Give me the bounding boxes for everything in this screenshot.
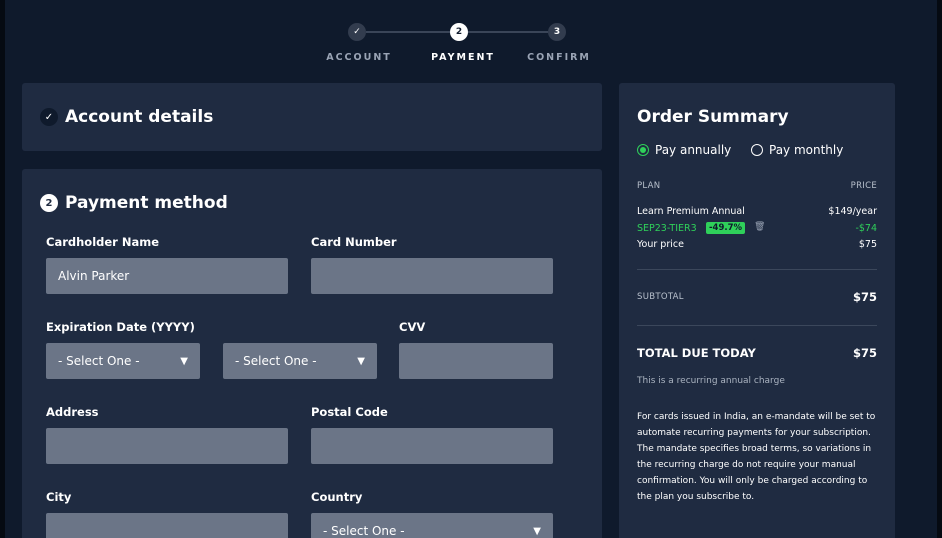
chevron-down-icon: ▼ <box>533 525 541 537</box>
order-summary-panel: Order Summary Pay annually Pay monthly P… <box>619 83 895 538</box>
total-due-value: $75 <box>852 346 877 360</box>
coupon-code: SEP23-TIER3 <box>637 223 697 234</box>
cardholder-name-input[interactable]: Alvin Parker <box>46 258 288 294</box>
divider <box>637 325 877 326</box>
postal-code-label: Postal Code <box>311 405 388 419</box>
address-input[interactable] <box>46 428 288 464</box>
coupon-discount-badge: -49.7% <box>706 222 746 234</box>
payment-method-panel: 2 Payment method Cardholder Name Alvin P… <box>22 169 602 538</box>
stepper-connector <box>468 31 548 33</box>
trash-icon[interactable]: 🗑 <box>754 222 765 232</box>
checkout-stepper: ✓ 2 3 ACCOUNT PAYMENT CONFIRM <box>0 0 942 80</box>
expiration-month-select[interactable]: - Select One - ▼ <box>46 343 200 379</box>
plan-column-header: PLAN <box>637 181 661 191</box>
radio-selected-icon[interactable] <box>637 144 649 156</box>
country-label: Country <box>311 490 363 504</box>
account-details-header[interactable]: ✓ Account details <box>40 107 213 127</box>
account-complete-check-icon: ✓ <box>40 108 58 126</box>
pay-monthly-label[interactable]: Pay monthly <box>769 143 843 157</box>
payment-method-title: Payment method <box>65 193 228 213</box>
coupon-amount: -$74 <box>855 223 877 234</box>
postal-code-input[interactable] <box>311 428 553 464</box>
step-account-check-icon[interactable]: ✓ <box>348 23 366 41</box>
step-confirm-label: CONFIRM <box>527 52 591 63</box>
card-number-label: Card Number <box>311 235 397 249</box>
right-edge <box>937 0 942 538</box>
subtotal-value: $75 <box>852 290 877 304</box>
cvv-label: CVV <box>399 320 426 334</box>
step-confirm-marker: 3 <box>548 23 566 41</box>
pay-annually-option[interactable]: Pay annually <box>637 143 731 157</box>
recurring-charge-note: This is a recurring annual charge <box>637 376 785 386</box>
expiration-date-label: Expiration Date (YYYY) <box>46 320 195 334</box>
country-select[interactable]: - Select One - ▼ <box>311 513 553 538</box>
payment-method-header: 2 Payment method <box>40 193 228 213</box>
pay-annually-label[interactable]: Pay annually <box>655 143 731 157</box>
step-account-label[interactable]: ACCOUNT <box>299 52 419 63</box>
payment-step-badge: 2 <box>40 194 58 212</box>
plan-name: Learn Premium Annual <box>637 206 745 217</box>
stepper-connector <box>366 31 450 33</box>
account-details-panel[interactable]: ✓ Account details <box>22 83 602 151</box>
total-due-label: TOTAL DUE TODAY <box>637 346 756 360</box>
expiration-year-value: - Select One - <box>235 354 317 368</box>
subtotal-label: SUBTOTAL <box>637 292 684 302</box>
cvv-input[interactable] <box>399 343 553 379</box>
city-input[interactable] <box>46 513 288 538</box>
expiration-year-select[interactable]: - Select One - ▼ <box>223 343 377 379</box>
country-value: - Select One - <box>323 524 405 538</box>
chevron-down-icon: ▼ <box>180 355 188 367</box>
india-emandate-notice: For cards issued in India, an e-mandate … <box>637 412 876 502</box>
pay-monthly-option[interactable]: Pay monthly <box>751 143 843 157</box>
left-edge <box>0 0 5 538</box>
order-summary-title: Order Summary <box>637 107 789 127</box>
your-price-value: $75 <box>858 239 877 250</box>
plan-price: $149/year <box>828 206 877 217</box>
radio-unselected-icon[interactable] <box>751 144 763 156</box>
divider <box>637 269 877 270</box>
cardholder-name-label: Cardholder Name <box>46 235 160 249</box>
step-payment-marker[interactable]: 2 <box>450 23 468 41</box>
address-label: Address <box>46 405 99 419</box>
expiration-month-value: - Select One - <box>58 354 140 368</box>
price-column-header: PRICE <box>850 181 877 191</box>
card-number-input[interactable] <box>311 258 553 294</box>
your-price-label: Your price <box>637 239 684 250</box>
chevron-down-icon: ▼ <box>357 355 365 367</box>
city-label: City <box>46 490 72 504</box>
account-details-title: Account details <box>65 107 214 127</box>
